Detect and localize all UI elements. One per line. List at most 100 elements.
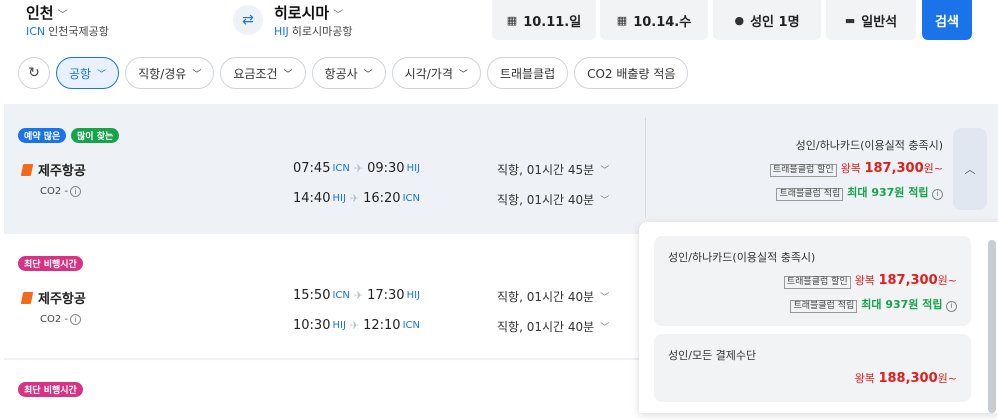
filter-airline[interactable]: 항공사 ﹀ xyxy=(311,57,386,89)
passengers: 성인 1명 xyxy=(750,14,800,30)
filter-airport[interactable]: 공항 ﹀ xyxy=(56,57,120,89)
chevron-down-icon: ﹀ xyxy=(192,69,202,80)
duration-label: 직항, 01시간 45분 xyxy=(497,163,595,177)
chevron-down-icon: ﹀ xyxy=(283,69,293,80)
calendar-icon: ▦ xyxy=(616,13,628,27)
dep-time: 10:30 xyxy=(293,318,331,333)
arr-time: 17:30 xyxy=(367,288,405,303)
swap-icon: ⇄ xyxy=(242,12,254,28)
dep-time: 15:50 xyxy=(293,288,331,303)
fare-condition: 성인/모든 결제수단 xyxy=(668,349,757,362)
person-icon: ● xyxy=(734,13,745,27)
filter-low-co2[interactable]: CO2 배출량 적음 xyxy=(574,57,689,89)
filter-time-price[interactable]: 시각/가격 ﹀ xyxy=(391,57,481,89)
chevron-down-icon: ﹀ xyxy=(458,69,468,80)
filter-label: 공항 xyxy=(69,66,92,81)
swap-route-button[interactable]: ⇄ xyxy=(233,5,263,35)
arr-code: ICN xyxy=(402,320,420,331)
dep-code: ICN xyxy=(332,163,350,174)
price-unit: 원~ xyxy=(937,372,957,385)
cabin-class-button[interactable]: ▬ 일반석 xyxy=(826,0,916,40)
scrollbar[interactable] xyxy=(988,240,996,413)
chevron-down-icon: ﹀ xyxy=(600,323,610,333)
duration-label: 직항, 01시간 40분 xyxy=(497,320,595,334)
airline-name: 제주항공 xyxy=(20,160,86,179)
search-button[interactable]: 검색 xyxy=(922,0,972,40)
depart-date-button[interactable]: ▦ 10.11.일 xyxy=(492,0,596,40)
chevron-down-icon: ﹀ xyxy=(57,10,68,21)
return-duration[interactable]: 직항, 01시간 40분 ﹀ xyxy=(497,318,609,335)
airline-logo xyxy=(20,291,34,304)
cabin-class: 일반석 xyxy=(861,14,898,30)
fare-option[interactable]: 성인/하나카드(이용실적 충족시) 트래블클럽 할인 왕복 187,300원~ 트… xyxy=(654,236,971,326)
filter-label: 항공사 xyxy=(324,66,358,81)
arr-code: HIJ xyxy=(406,290,420,301)
filter-label: 트래블클럽 xyxy=(499,66,556,81)
origin-city: 인천 xyxy=(26,4,54,22)
price-unit: 원~ xyxy=(923,162,943,175)
return-duration[interactable]: 직항, 01시간 40분 ﹀ xyxy=(497,191,609,208)
calendar-icon: ▦ xyxy=(506,13,518,27)
dep-time: 07:45 xyxy=(293,161,331,176)
points-amount: 최대 937원 적립 xyxy=(847,186,929,199)
airline-label: 제주항공 xyxy=(38,292,86,307)
chevron-up-icon: ︿ xyxy=(964,163,976,176)
destination-airport-name: 히로시마공항 xyxy=(291,25,353,38)
chevron-down-icon: ﹀ xyxy=(363,69,373,80)
divider xyxy=(645,118,646,218)
depart-date: 10.11.일 xyxy=(523,14,582,30)
price-amount: 187,300 xyxy=(878,273,938,288)
return-date-button[interactable]: ▦ 10.14.수 xyxy=(600,0,708,40)
price-summary: 성인/하나카드(이용실적 충족시) xyxy=(650,137,943,153)
info-icon[interactable]: i xyxy=(932,188,943,200)
co2-info: CO2 -i xyxy=(40,314,82,325)
origin-airport: ICN 인천국제공항 xyxy=(26,23,109,39)
destination-city: 히로시마 xyxy=(274,4,330,22)
badge-popular-booking: 예약 많은 xyxy=(18,128,67,143)
price-amount: 187,300 xyxy=(864,161,924,176)
info-icon[interactable]: i xyxy=(70,186,82,197)
origin-city-selector[interactable]: 인천 ﹀ xyxy=(26,2,68,23)
filter-fare-conditions[interactable]: 요금조건 ﹀ xyxy=(220,57,306,89)
arr-time: 16:20 xyxy=(363,191,401,206)
return-segment: 14:40 HIJ ✈ 16:20 ICN xyxy=(293,191,420,206)
fare-option[interactable]: 성인/모든 결제수단 왕복 188,300원~ xyxy=(654,334,971,402)
dep-code: HIJ xyxy=(332,320,346,331)
price: 왕복 187,300원~ xyxy=(855,273,957,288)
travel-club-discount-tag: 트래블클럽 할인 xyxy=(769,164,837,177)
dep-time: 14:40 xyxy=(293,191,331,206)
co2-label: CO2 - xyxy=(40,314,69,325)
co2-label: CO2 - xyxy=(40,186,69,197)
arr-code: HIJ xyxy=(406,163,420,174)
airline-logo xyxy=(20,163,34,176)
origin-code: ICN xyxy=(26,25,46,38)
filter-label: CO2 배출량 적음 xyxy=(587,66,676,81)
filter-label: 직항/경유 xyxy=(138,66,187,81)
chevron-down-icon: ﹀ xyxy=(600,196,610,206)
plane-icon: ✈ xyxy=(353,162,364,175)
plane-icon: ✈ xyxy=(353,289,364,302)
info-icon[interactable]: i xyxy=(946,300,957,312)
chevron-down-icon: ﹀ xyxy=(600,293,610,303)
return-date: 10.14.수 xyxy=(633,14,692,30)
price-amount: 188,300 xyxy=(878,371,938,386)
passengers-button[interactable]: ● 성인 1명 xyxy=(713,0,821,40)
collapse-fares-button[interactable]: ︿ xyxy=(953,128,987,210)
round-trip-label: 왕복 xyxy=(840,162,861,175)
outbound-duration[interactable]: 직항, 01시간 45분 ﹀ xyxy=(497,161,609,178)
round-trip-label: 왕복 xyxy=(854,372,875,385)
outbound-duration[interactable]: 직항, 01시간 40분 ﹀ xyxy=(497,288,609,305)
refresh-button[interactable]: ↻ xyxy=(18,57,50,89)
destination-city-selector[interactable]: 히로시마 ﹀ xyxy=(274,2,343,23)
filter-travel-club[interactable]: 트래블클럽 xyxy=(486,57,569,89)
price: 왕복 187,300원~ xyxy=(840,161,943,176)
filter-direct-transfer[interactable]: 직항/경유 ﹀ xyxy=(125,57,215,89)
filter-label: 시각/가격 xyxy=(404,66,453,81)
fare-condition: 성인/하나카드(이용실적 충족시) xyxy=(668,251,816,264)
price-row: 트래블클럽 할인 왕복 187,300원~ xyxy=(783,272,957,289)
refresh-icon: ↻ xyxy=(28,65,40,81)
info-icon[interactable]: i xyxy=(70,314,82,325)
arr-code: ICN xyxy=(402,193,420,204)
dep-code: HIJ xyxy=(332,193,346,204)
search-header: 인천 ﹀ ICN 인천국제공항 ⇄ 히로시마 ﹀ HIJ 히로시마공항 ▦ 10.11.일… xyxy=(0,0,998,46)
